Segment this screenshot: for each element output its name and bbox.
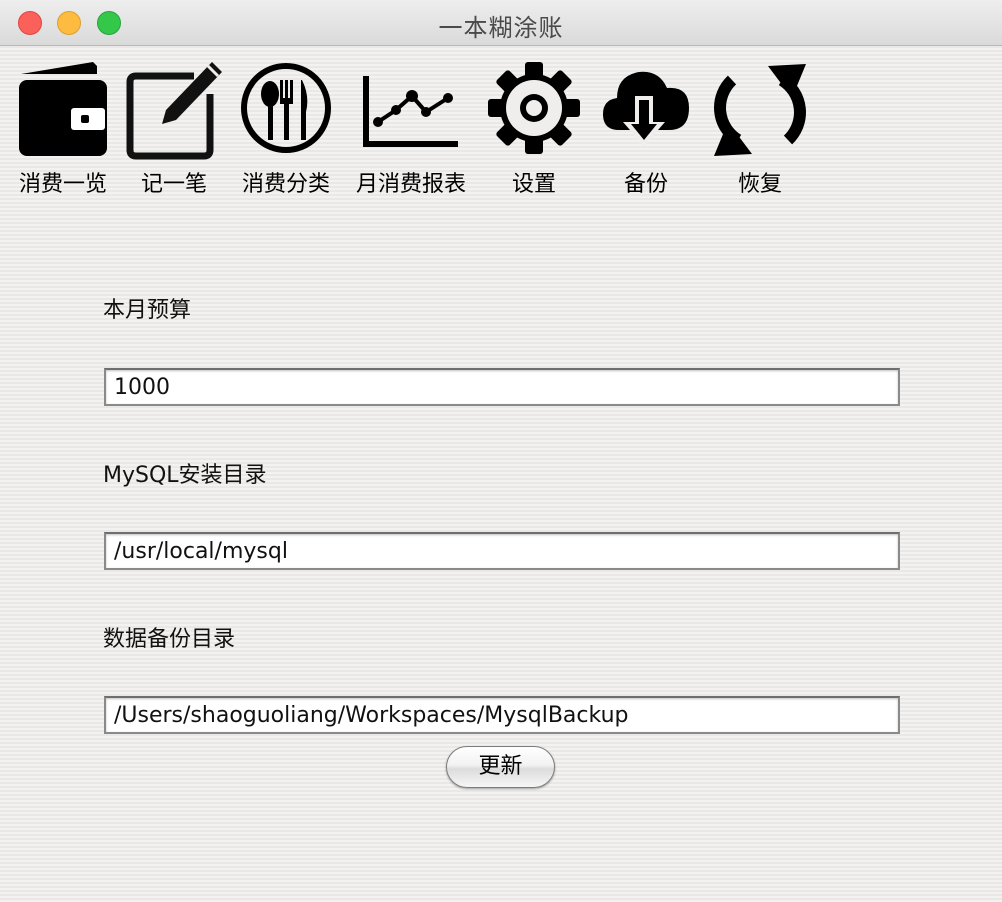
backup-dir-input[interactable] bbox=[104, 696, 900, 734]
toolbar-label: 备份 bbox=[623, 172, 668, 197]
refresh-icon bbox=[714, 64, 806, 156]
toolbar-item-settings[interactable]: 设置 bbox=[484, 60, 584, 200]
toolbar-label: 消费一览 bbox=[18, 172, 107, 197]
wallet-icon bbox=[19, 62, 107, 156]
app-window: 一本糊涂账 消费一览 记一笔 消费分类 月消费报表 设置 备份 恢复 本月预算 … bbox=[0, 0, 1002, 902]
line-chart-icon bbox=[363, 76, 458, 147]
update-button[interactable]: 更新 bbox=[446, 746, 555, 788]
budget-input[interactable] bbox=[104, 368, 900, 406]
mysql-dir-input[interactable] bbox=[104, 532, 900, 570]
gear-icon bbox=[488, 62, 580, 154]
toolbar-label: 记一笔 bbox=[140, 172, 207, 197]
toolbar-item-restore[interactable]: 恢复 bbox=[710, 60, 810, 200]
toolbar-item-add-record[interactable]: 记一笔 bbox=[124, 60, 224, 200]
toolbar-item-category[interactable]: 消费分类 bbox=[236, 60, 336, 200]
dining-icon bbox=[241, 63, 331, 153]
toolbar-label: 消费分类 bbox=[241, 172, 330, 197]
backup-dir-label: 数据备份目录 bbox=[103, 627, 236, 652]
cloud-download-icon bbox=[603, 71, 689, 146]
toolbar-item-expense-overview[interactable]: 消费一览 bbox=[10, 60, 116, 200]
toolbar-item-backup[interactable]: 备份 bbox=[596, 60, 696, 200]
mysql-dir-label: MySQL安装目录 bbox=[103, 463, 267, 488]
toolbar-item-monthly-report[interactable]: 月消费报表 bbox=[350, 60, 472, 200]
toolbar-label: 恢复 bbox=[737, 172, 782, 197]
toolbar-label: 月消费报表 bbox=[355, 172, 466, 197]
budget-label: 本月预算 bbox=[103, 298, 192, 323]
toolbar-label: 设置 bbox=[511, 172, 556, 197]
edit-icon bbox=[126, 62, 222, 160]
title-bar[interactable]: 一本糊涂账 bbox=[0, 0, 1002, 46]
window-title: 一本糊涂账 bbox=[438, 14, 564, 42]
